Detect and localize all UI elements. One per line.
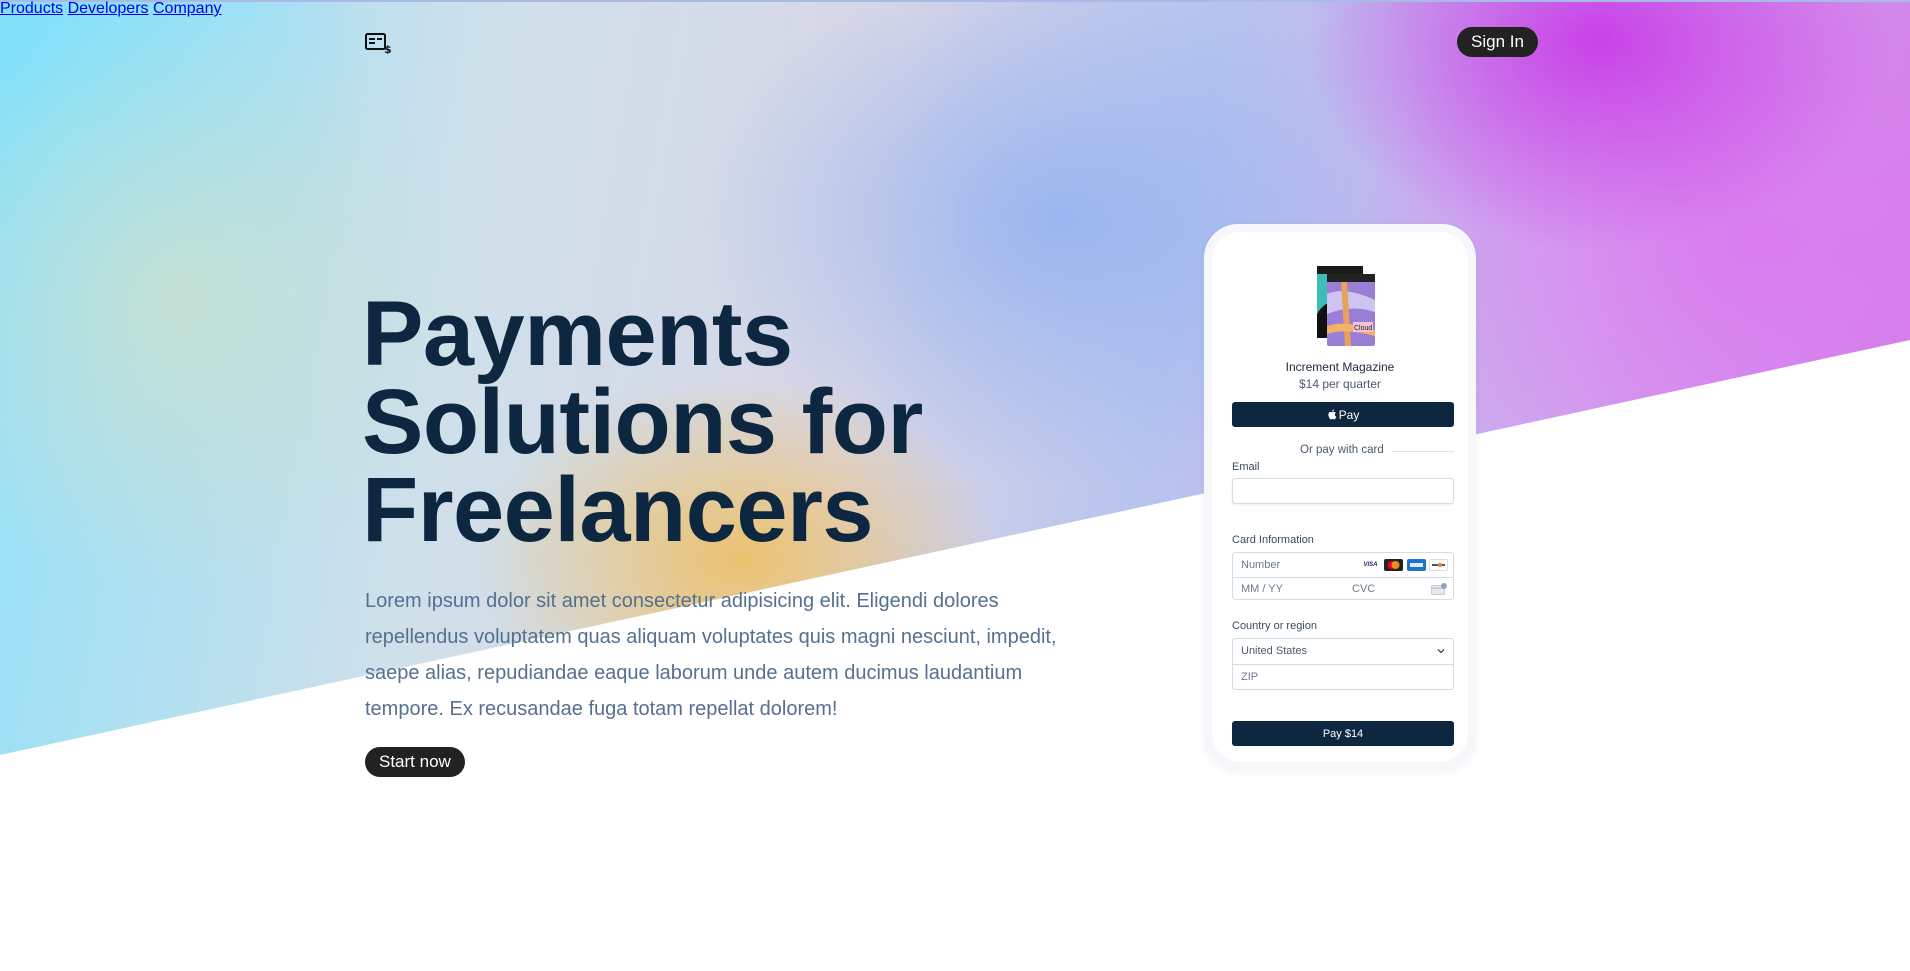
nav-developers[interactable]: Developers [68, 0, 149, 17]
nav-company[interactable]: Company [153, 0, 221, 17]
nav-products[interactable]: Products [0, 0, 63, 17]
country-select[interactable]: United States [1233, 639, 1453, 664]
phone-mockup: Cloud Increment Magazine $14 per quarter… [1204, 224, 1476, 770]
chevron-down-icon [1437, 649, 1445, 654]
receipt-dollar-icon[interactable]: $ [365, 32, 391, 54]
mastercard-icon [1384, 559, 1403, 571]
product-price: $14 per quarter [1298, 377, 1382, 391]
magazine-cover-image: Cloud [1317, 266, 1375, 346]
cvc-card-icon [1431, 583, 1447, 595]
country-value: United States [1241, 645, 1308, 657]
card-number-field[interactable] [1234, 554, 1364, 576]
apple-pay-label: Pay [1338, 407, 1360, 422]
magazine-cover-text: Cloud [1354, 325, 1372, 332]
card-expiry-field[interactable] [1234, 578, 1342, 600]
discover-icon [1429, 559, 1448, 571]
address-group: United States [1232, 638, 1454, 690]
apple-pay-button[interactable]: Pay [1232, 402, 1454, 427]
site-header: $ Products Developers Company Sign In [0, 0, 1910, 84]
zip-field[interactable] [1234, 665, 1452, 689]
hero-title-line: Payments [362, 283, 793, 385]
sign-in-button[interactable]: Sign In [1457, 27, 1538, 57]
amex-icon [1407, 559, 1426, 571]
hero-title-line: Freelancers [362, 459, 874, 561]
email-field[interactable] [1232, 478, 1454, 504]
checkout-form: Cloud Increment Magazine $14 per quarter… [1212, 232, 1468, 762]
start-now-button[interactable]: Start now [365, 747, 465, 777]
card-information-group: VISA [1232, 552, 1454, 600]
divider-line [1392, 451, 1454, 452]
or-divider: Or pay with card [1232, 444, 1454, 458]
hero-description: Lorem ipsum dolor sit amet consectetur a… [365, 590, 1057, 720]
email-label: Email [1232, 461, 1260, 473]
country-label: Country or region [1232, 620, 1317, 632]
hero-title: Payments Solutions for Freelancers [362, 283, 1062, 561]
svg-text:$: $ [384, 43, 391, 54]
product-name: Increment Magazine [1285, 360, 1395, 374]
visa-icon: VISA [1361, 559, 1380, 571]
card-cvc-field[interactable] [1345, 578, 1425, 600]
hero-title-line: Solutions for [362, 371, 923, 473]
card-info-label: Card Information [1232, 534, 1314, 546]
pay-button[interactable]: Pay $14 [1232, 721, 1454, 746]
apple-icon [1328, 409, 1336, 420]
divider-label: Or pay with card [1300, 444, 1388, 456]
